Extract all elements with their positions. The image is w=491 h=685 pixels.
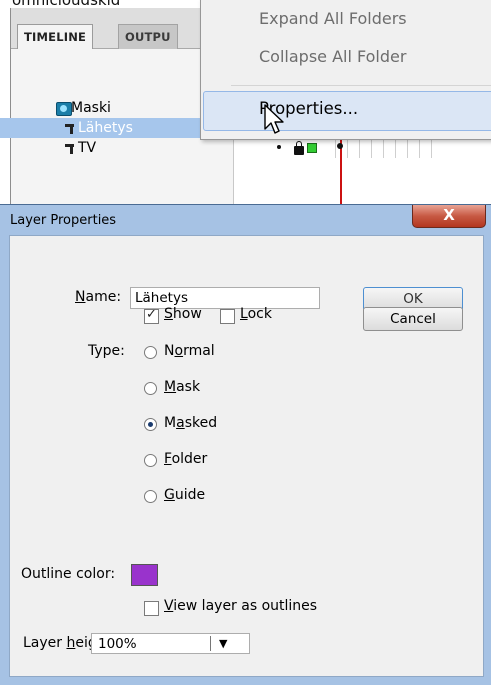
context-menu: Expand All Folders Collapse All Folder P…	[200, 0, 491, 140]
type-masked-label: Masked	[164, 415, 218, 431]
type-normal-label: Normal	[164, 343, 215, 359]
layer-height-dropdown[interactable]: 100% ▼	[91, 633, 250, 654]
layer-name: TV	[78, 140, 97, 156]
type-label: Type:	[88, 343, 125, 359]
view-outlines-checkbox[interactable]	[144, 601, 159, 616]
layer-name: Maski	[71, 100, 111, 116]
layer-height-value: 100%	[98, 636, 137, 652]
type-mask-label: Mask	[164, 379, 201, 395]
name-input[interactable]	[130, 287, 320, 309]
type-normal-radio[interactable]	[144, 346, 157, 359]
type-guide-label: Guide	[164, 487, 206, 503]
type-folder-label: Folder	[164, 451, 208, 467]
menu-separator	[231, 85, 491, 86]
type-folder-radio[interactable]	[144, 454, 157, 467]
tab-timeline[interactable]: TIMELINE	[17, 24, 94, 49]
menu-item-expand-all-folders[interactable]: Expand All Folders	[259, 9, 407, 28]
mouse-cursor-icon	[264, 104, 284, 134]
type-guide-radio[interactable]	[144, 490, 157, 503]
lock-checkbox[interactable]	[220, 309, 235, 324]
show-label: Show	[164, 306, 202, 322]
view-outlines-label: View layer as outlines	[164, 598, 318, 614]
masked-layer-icon	[63, 122, 77, 134]
type-mask-radio[interactable]	[144, 382, 157, 395]
visibility-dot-icon[interactable]	[277, 145, 281, 149]
tab-output[interactable]: OUTPU	[118, 24, 178, 49]
dropdown-arrow-icon[interactable]: ▼	[219, 634, 227, 654]
close-icon: X	[443, 206, 455, 224]
timeline-screenshot-area: omnicloudskid TIMELINE OUTPU Maski Lähet…	[0, 0, 491, 204]
dialog-titlebar[interactable]: Layer Properties X	[0, 205, 491, 235]
cancel-button[interactable]: Cancel	[363, 307, 463, 331]
keyframe-dot-icon	[337, 143, 343, 149]
dropdown-divider	[210, 636, 211, 651]
dialog-title: Layer Properties	[10, 213, 117, 228]
outline-color-square-icon[interactable]	[307, 143, 317, 153]
layer-name: Lähetys	[78, 120, 133, 136]
outline-color-swatch[interactable]	[131, 564, 158, 586]
mask-layer-icon	[56, 102, 72, 116]
name-label: Name:	[75, 289, 122, 305]
menu-item-properties[interactable]: Properties...	[203, 91, 491, 131]
masked-layer-icon	[63, 142, 77, 154]
close-button[interactable]: X	[412, 205, 486, 228]
lock-icon[interactable]	[294, 141, 304, 155]
show-checkbox[interactable]	[144, 307, 159, 324]
outline-color-label: Outline color:	[21, 566, 116, 582]
type-masked-radio[interactable]	[144, 418, 157, 431]
menu-item-collapse-all-folders[interactable]: Collapse All Folder	[259, 47, 406, 66]
lock-label: Lock	[240, 306, 272, 322]
